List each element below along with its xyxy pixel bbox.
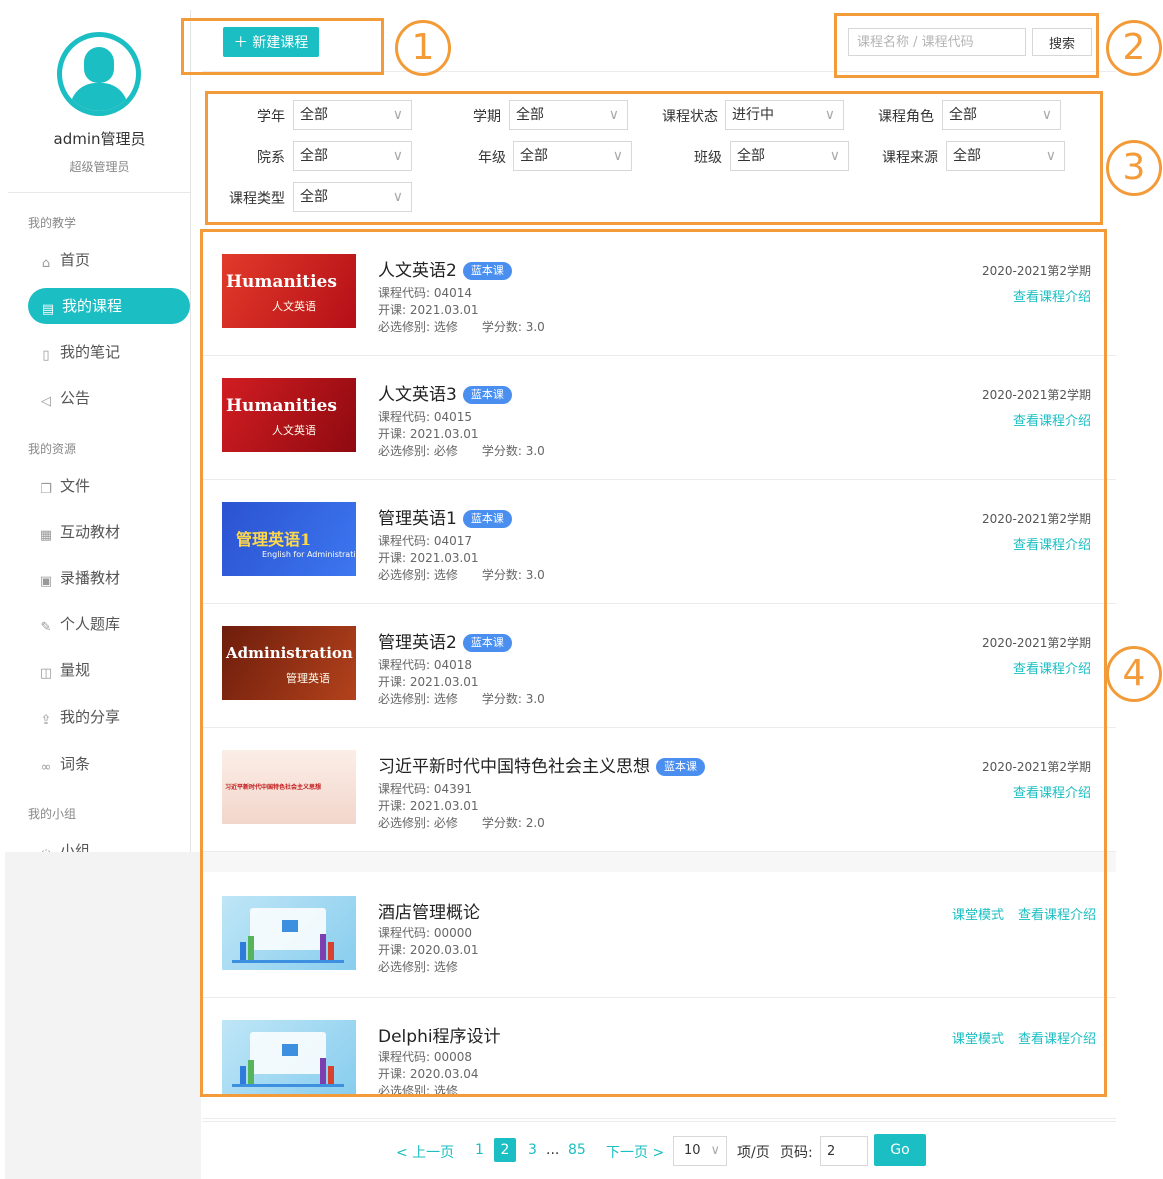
go-button[interactable]: Go bbox=[874, 1134, 926, 1166]
annotation-number-1: 1 bbox=[395, 20, 451, 76]
per-page-label: 项/页 bbox=[737, 1145, 770, 1161]
prev-page-link[interactable]: < 上一页 bbox=[396, 1142, 454, 1162]
section-my-groups: 我的小组 bbox=[28, 807, 77, 821]
select-value: 10 bbox=[684, 1143, 701, 1158]
pagination: < 上一页 1 2 3 ... 85 下一页 > 10 ∨ 项/页 页码: Go bbox=[202, 1118, 1116, 1179]
sidebar-item-my-courses[interactable]: ▤ 我的课程 bbox=[28, 288, 190, 324]
annotation-number-2: 2 bbox=[1106, 20, 1162, 76]
sidebar-item-label: 公告 bbox=[60, 389, 91, 407]
home-icon: ⌂ bbox=[41, 256, 51, 271]
sidebar-item-groups[interactable]: ◌小组 bbox=[38, 836, 178, 852]
sidebar-item-label: 我的课程 bbox=[62, 297, 123, 315]
user-icon bbox=[62, 37, 136, 111]
sidebar-item-label: 我的分享 bbox=[60, 708, 121, 726]
sidebar-item-rubrics[interactable]: ◫ 量规 bbox=[38, 655, 178, 685]
next-page-link[interactable]: 下一页 > bbox=[606, 1142, 664, 1162]
sidebar-item-my-notes[interactable]: ▯ 我的笔记 bbox=[38, 337, 178, 367]
sidebar: admin管理员 超级管理员 我的教学 ⌂ 首页 ▤ 我的课程 ▯ 我的笔记 ◁ 公告 … bbox=[8, 10, 191, 852]
course-icon: ▤ bbox=[41, 302, 55, 317]
sidebar-item-announcements[interactable]: ◁ 公告 bbox=[38, 383, 178, 413]
page-link-last[interactable]: 85 bbox=[568, 1142, 586, 1158]
page-size-select[interactable]: 10 ∨ bbox=[673, 1136, 727, 1166]
sidebar-item-video-books[interactable]: ▣ 录播教材 bbox=[38, 563, 178, 593]
file-icon: ❐ bbox=[40, 482, 52, 497]
sidebar-item-label: 词条 bbox=[60, 755, 91, 773]
sidebar-item-my-shares[interactable]: ⇪ 我的分享 bbox=[38, 702, 178, 732]
sidebar-item-label: 个人题库 bbox=[60, 615, 121, 633]
avatar[interactable] bbox=[57, 32, 141, 116]
page-link-3[interactable]: 3 bbox=[528, 1142, 537, 1158]
user-name: admin管理员 bbox=[53, 130, 146, 148]
sidebar-item-label: 首页 bbox=[60, 251, 91, 269]
interactive-book-icon: ▦ bbox=[39, 528, 53, 543]
user-role: 超级管理员 bbox=[69, 160, 130, 174]
sidebar-footer-area bbox=[5, 852, 201, 1179]
link-icon: ∞ bbox=[40, 760, 52, 775]
share-icon: ⇪ bbox=[40, 713, 52, 728]
annotation-box-4 bbox=[200, 229, 1107, 1097]
note-icon: ▯ bbox=[42, 348, 50, 363]
annotation-box-1 bbox=[181, 18, 384, 75]
annotation-box-2 bbox=[834, 13, 1099, 78]
sidebar-item-label: 我的笔记 bbox=[60, 343, 121, 361]
page-ellipsis: ... bbox=[546, 1142, 560, 1158]
rubric-icon: ◫ bbox=[39, 666, 53, 681]
sidebar-item-label: 量规 bbox=[60, 661, 91, 679]
page-number-label: 页码: bbox=[780, 1145, 813, 1161]
sidebar-item-entries[interactable]: ∞ 词条 bbox=[38, 749, 178, 779]
sidebar-item-label: 录播教材 bbox=[60, 569, 121, 587]
divider bbox=[8, 192, 190, 193]
sidebar-item-question-bank[interactable]: ✎ 个人题库 bbox=[38, 609, 178, 639]
annotation-number-3: 3 bbox=[1106, 140, 1162, 196]
annotation-box-3 bbox=[205, 91, 1103, 225]
sidebar-item-interactive-books[interactable]: ▦ 互动教材 bbox=[38, 517, 178, 547]
page-number-input[interactable] bbox=[820, 1136, 868, 1166]
chevron-down-icon: ∨ bbox=[710, 1143, 720, 1158]
sidebar-item-label: 文件 bbox=[60, 477, 91, 495]
sidebar-item-files[interactable]: ❐ 文件 bbox=[38, 471, 178, 501]
sidebar-item-label: 小组 bbox=[60, 842, 91, 852]
section-my-teaching: 我的教学 bbox=[28, 216, 77, 230]
question-bank-icon: ✎ bbox=[40, 620, 52, 635]
sidebar-item-home[interactable]: ⌂ 首页 bbox=[38, 245, 178, 275]
page-link-current[interactable]: 2 bbox=[494, 1138, 516, 1162]
annotation-number-4: 4 bbox=[1106, 646, 1162, 702]
announcement-icon: ◁ bbox=[41, 394, 51, 409]
page-link-1[interactable]: 1 bbox=[475, 1142, 484, 1158]
section-my-resources: 我的资源 bbox=[28, 442, 77, 456]
sidebar-item-label: 互动教材 bbox=[60, 523, 121, 541]
video-book-icon: ▣ bbox=[39, 574, 53, 589]
